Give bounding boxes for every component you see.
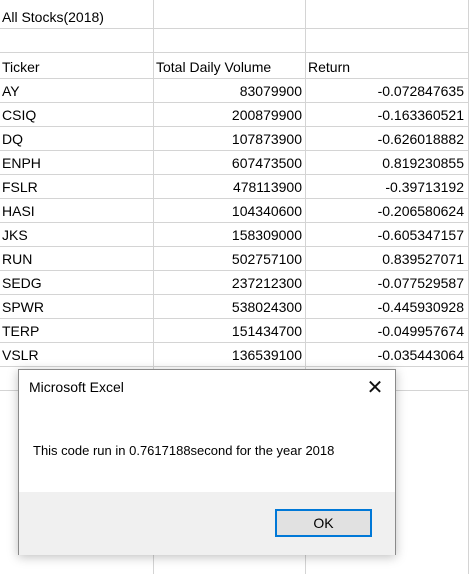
cell-ticker[interactable]: AY — [0, 79, 153, 103]
cell-volume[interactable]: 136539100 — [153, 343, 305, 367]
cell-ticker[interactable]: HASI — [0, 199, 153, 223]
close-icon[interactable]: ✕ — [361, 374, 389, 402]
sheet-title-cell[interactable]: All Stocks(2018) — [0, 5, 153, 29]
cell-volume[interactable]: 478113900 — [153, 175, 305, 199]
cell-return[interactable]: -0.445930928 — [305, 295, 468, 319]
cell-volume[interactable]: 107873900 — [153, 127, 305, 151]
empty-cell[interactable] — [305, 5, 468, 29]
dialog-message: This code run in 0.7617188second for the… — [33, 443, 335, 458]
cell-volume[interactable]: 502757100 — [153, 247, 305, 271]
cell-volume[interactable]: 104340600 — [153, 199, 305, 223]
cell-ticker[interactable]: DQ — [0, 127, 153, 151]
cell-volume[interactable]: 151434700 — [153, 319, 305, 343]
cell-ticker[interactable]: FSLR — [0, 175, 153, 199]
dialog-title: Microsoft Excel — [29, 379, 124, 395]
cell-return[interactable]: -0.163360521 — [305, 103, 468, 127]
cell-return[interactable]: -0.077529587 — [305, 271, 468, 295]
message-dialog: Microsoft Excel ✕ This code run in 0.761… — [18, 369, 396, 555]
cell-ticker[interactable]: TERP — [0, 319, 153, 343]
cell-volume[interactable]: 538024300 — [153, 295, 305, 319]
cell-return[interactable]: -0.035443064 — [305, 343, 468, 367]
cell-volume[interactable]: 158309000 — [153, 223, 305, 247]
empty-cell[interactable] — [153, 29, 305, 53]
cell-ticker[interactable]: RUN — [0, 247, 153, 271]
column-divider — [468, 0, 469, 574]
cell-ticker[interactable]: VSLR — [0, 343, 153, 367]
dialog-footer: OK — [19, 492, 395, 555]
header-ticker[interactable]: Ticker — [0, 55, 153, 79]
cell-return[interactable]: -0.605347157 — [305, 223, 468, 247]
cell-volume[interactable]: 200879900 — [153, 103, 305, 127]
empty-cell[interactable] — [0, 29, 153, 53]
header-total-daily-volume[interactable]: Total Daily Volume — [153, 55, 305, 79]
cell-return[interactable]: -0.206580624 — [305, 199, 468, 223]
cell-volume[interactable]: 83079900 — [153, 79, 305, 103]
cell-ticker[interactable]: SPWR — [0, 295, 153, 319]
cell-volume[interactable]: 607473500 — [153, 151, 305, 175]
cell-return[interactable]: 0.819230855 — [305, 151, 468, 175]
cell-return[interactable]: -0.072847635 — [305, 79, 468, 103]
cell-ticker[interactable]: SEDG — [0, 271, 153, 295]
cell-return[interactable]: -0.39713192 — [305, 175, 468, 199]
empty-cell[interactable] — [305, 29, 468, 53]
cell-ticker[interactable]: CSIQ — [0, 103, 153, 127]
header-return[interactable]: Return — [305, 55, 468, 79]
cell-ticker[interactable]: ENPH — [0, 151, 153, 175]
cell-return[interactable]: -0.049957674 — [305, 319, 468, 343]
cell-return[interactable]: -0.626018882 — [305, 127, 468, 151]
cell-volume[interactable]: 237212300 — [153, 271, 305, 295]
ok-button[interactable]: OK — [275, 509, 372, 537]
cell-return[interactable]: 0.839527071 — [305, 247, 468, 271]
cell-ticker[interactable]: JKS — [0, 223, 153, 247]
empty-cell[interactable] — [153, 5, 305, 29]
